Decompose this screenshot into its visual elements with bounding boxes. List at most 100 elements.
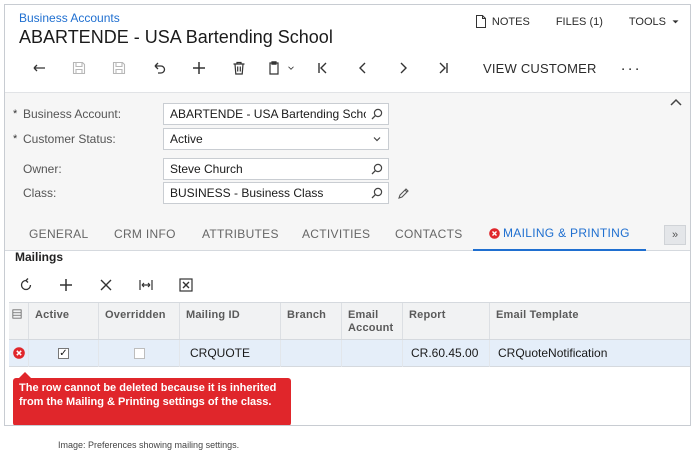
last-record-button[interactable] — [423, 57, 463, 79]
more-actions-button[interactable]: ··· — [621, 60, 642, 77]
save-button[interactable] — [99, 57, 139, 79]
col-email-template-header[interactable]: Email Template — [490, 303, 690, 339]
last-icon — [439, 62, 448, 74]
search-icon[interactable] — [366, 183, 388, 203]
back-button[interactable] — [19, 57, 59, 79]
customer-status-row: * Customer Status: Active — [13, 128, 389, 150]
col-overridden-header[interactable]: Overridden — [99, 303, 180, 339]
add-row-button[interactable] — [59, 275, 99, 295]
refresh-icon — [20, 278, 32, 291]
owner-field[interactable]: Steve Church — [163, 158, 389, 180]
required-mark: * — [13, 108, 18, 120]
save-close-icon — [72, 61, 86, 75]
branch-cell[interactable] — [281, 339, 342, 367]
owner-row: Owner: Steve Church — [13, 158, 389, 180]
files-label: FILES (1) — [555, 15, 603, 28]
copy-paste-button[interactable] — [259, 57, 303, 79]
next-record-button[interactable] — [383, 57, 423, 79]
search-icon[interactable] — [366, 104, 388, 124]
customer-status-value: Active — [170, 132, 203, 146]
files-button[interactable]: FILES (1) — [556, 15, 603, 28]
mailing-id-cell[interactable]: CRQUOTE — [180, 339, 281, 367]
note-icon — [475, 15, 486, 28]
fit-columns-button[interactable] — [139, 275, 179, 295]
row-selector-icon — [12, 309, 22, 319]
collapse-icon[interactable] — [668, 97, 684, 109]
mailings-section-title: Mailings — [15, 250, 64, 264]
tab-activities[interactable]: ACTIVITIES — [302, 217, 370, 251]
tab-attributes[interactable]: ATTRIBUTES — [202, 217, 279, 251]
top-actions: NOTES FILES (1) TOOLS — [475, 15, 680, 28]
previous-record-button[interactable] — [343, 57, 383, 79]
tab-crm-info[interactable]: CRM INFO — [114, 217, 176, 251]
plus-icon — [60, 279, 72, 291]
view-customer-button[interactable]: VIEW CUSTOMER — [483, 61, 597, 76]
customer-status-select[interactable]: Active — [163, 128, 389, 150]
overridden-checkbox[interactable] — [133, 347, 145, 359]
tools-button[interactable]: TOOLS — [629, 15, 680, 28]
add-button[interactable] — [179, 57, 219, 79]
business-account-label: Business Account: — [23, 107, 122, 121]
mailings-grid: Active Overridden Mailing ID Branch Emai… — [9, 302, 690, 367]
tools-label: TOOLS — [628, 15, 666, 28]
first-icon — [318, 62, 327, 74]
email-account-cell[interactable] — [342, 339, 403, 367]
table-row[interactable]: ✓ CRQUOTE CR.60.45.00 CRQuoteNotificatio… — [9, 339, 690, 367]
notes-label: NOTES — [491, 15, 530, 28]
chevron-left-icon — [359, 62, 366, 74]
export-excel-button[interactable] — [179, 275, 219, 295]
notes-button[interactable]: NOTES — [475, 15, 530, 28]
class-field[interactable]: BUSINESS - Business Class — [163, 182, 389, 204]
plus-icon — [193, 62, 205, 74]
col-branch-header[interactable]: Branch — [281, 303, 342, 339]
fit-width-icon — [139, 280, 153, 290]
tab-bar: GENERAL CRM INFO ATTRIBUTES ACTIVITIES C… — [5, 217, 690, 251]
col-email-account-header[interactable]: Email Account — [342, 303, 403, 339]
owner-value: Steve Church — [170, 162, 243, 176]
col-report-header[interactable]: Report — [403, 303, 490, 339]
overridden-cell — [99, 339, 180, 367]
row-selector-header[interactable] — [9, 303, 29, 339]
delete-row-button[interactable] — [99, 275, 139, 295]
col-mailing-id-header[interactable]: Mailing ID — [180, 303, 281, 339]
tab-general[interactable]: GENERAL — [29, 217, 88, 251]
search-icon[interactable] — [366, 159, 388, 179]
tab-mailing-printing-label: MAILING & PRINTING — [503, 226, 630, 240]
first-record-button[interactable] — [303, 57, 343, 79]
refresh-button[interactable] — [19, 275, 59, 295]
trash-icon — [233, 61, 245, 75]
breadcrumb[interactable]: Business Accounts — [19, 11, 120, 25]
chevron-down-icon[interactable] — [366, 129, 388, 149]
mailings-toolbar — [19, 275, 219, 295]
col-email-account-line2: Account — [348, 322, 394, 334]
class-label: Class: — [23, 186, 57, 200]
col-email-account-line1: Email — [348, 309, 379, 321]
required-mark: * — [13, 133, 18, 145]
tab-scroll-button[interactable]: » — [664, 225, 686, 245]
main-toolbar: VIEW CUSTOMER ··· — [19, 57, 642, 79]
active-cell: ✓ — [29, 339, 99, 367]
excel-icon — [179, 278, 193, 292]
error-icon[interactable] — [12, 347, 25, 359]
owner-label: Owner: — [23, 162, 62, 176]
pencil-icon[interactable] — [397, 187, 410, 200]
summary-form: * Business Account: ABARTENDE - USA Bart… — [5, 92, 690, 217]
save-icon — [112, 61, 126, 75]
email-template-cell[interactable]: CRQuoteNotification — [490, 340, 690, 367]
screen-frame: Business Accounts ABARTENDE - USA Barten… — [4, 4, 691, 426]
report-cell[interactable]: CR.60.45.00 — [403, 339, 490, 367]
active-checkbox[interactable]: ✓ — [58, 347, 69, 359]
chevron-right-icon — [400, 62, 407, 74]
close-icon — [100, 279, 112, 291]
error-icon — [489, 227, 500, 239]
undo-button[interactable] — [139, 57, 179, 79]
class-value: BUSINESS - Business Class — [170, 186, 324, 200]
tab-contacts[interactable]: CONTACTS — [395, 217, 463, 251]
tab-mailing-printing[interactable]: MAILING & PRINTING — [473, 217, 646, 251]
col-active-header[interactable]: Active — [29, 303, 99, 339]
business-account-row: * Business Account: ABARTENDE - USA Bart… — [13, 103, 389, 125]
save-close-button[interactable] — [59, 57, 99, 79]
delete-button[interactable] — [219, 57, 259, 79]
page-title: ABARTENDE - USA Bartending School — [19, 27, 333, 47]
business-account-field[interactable]: ABARTENDE - USA Bartending Schoo — [163, 103, 389, 125]
